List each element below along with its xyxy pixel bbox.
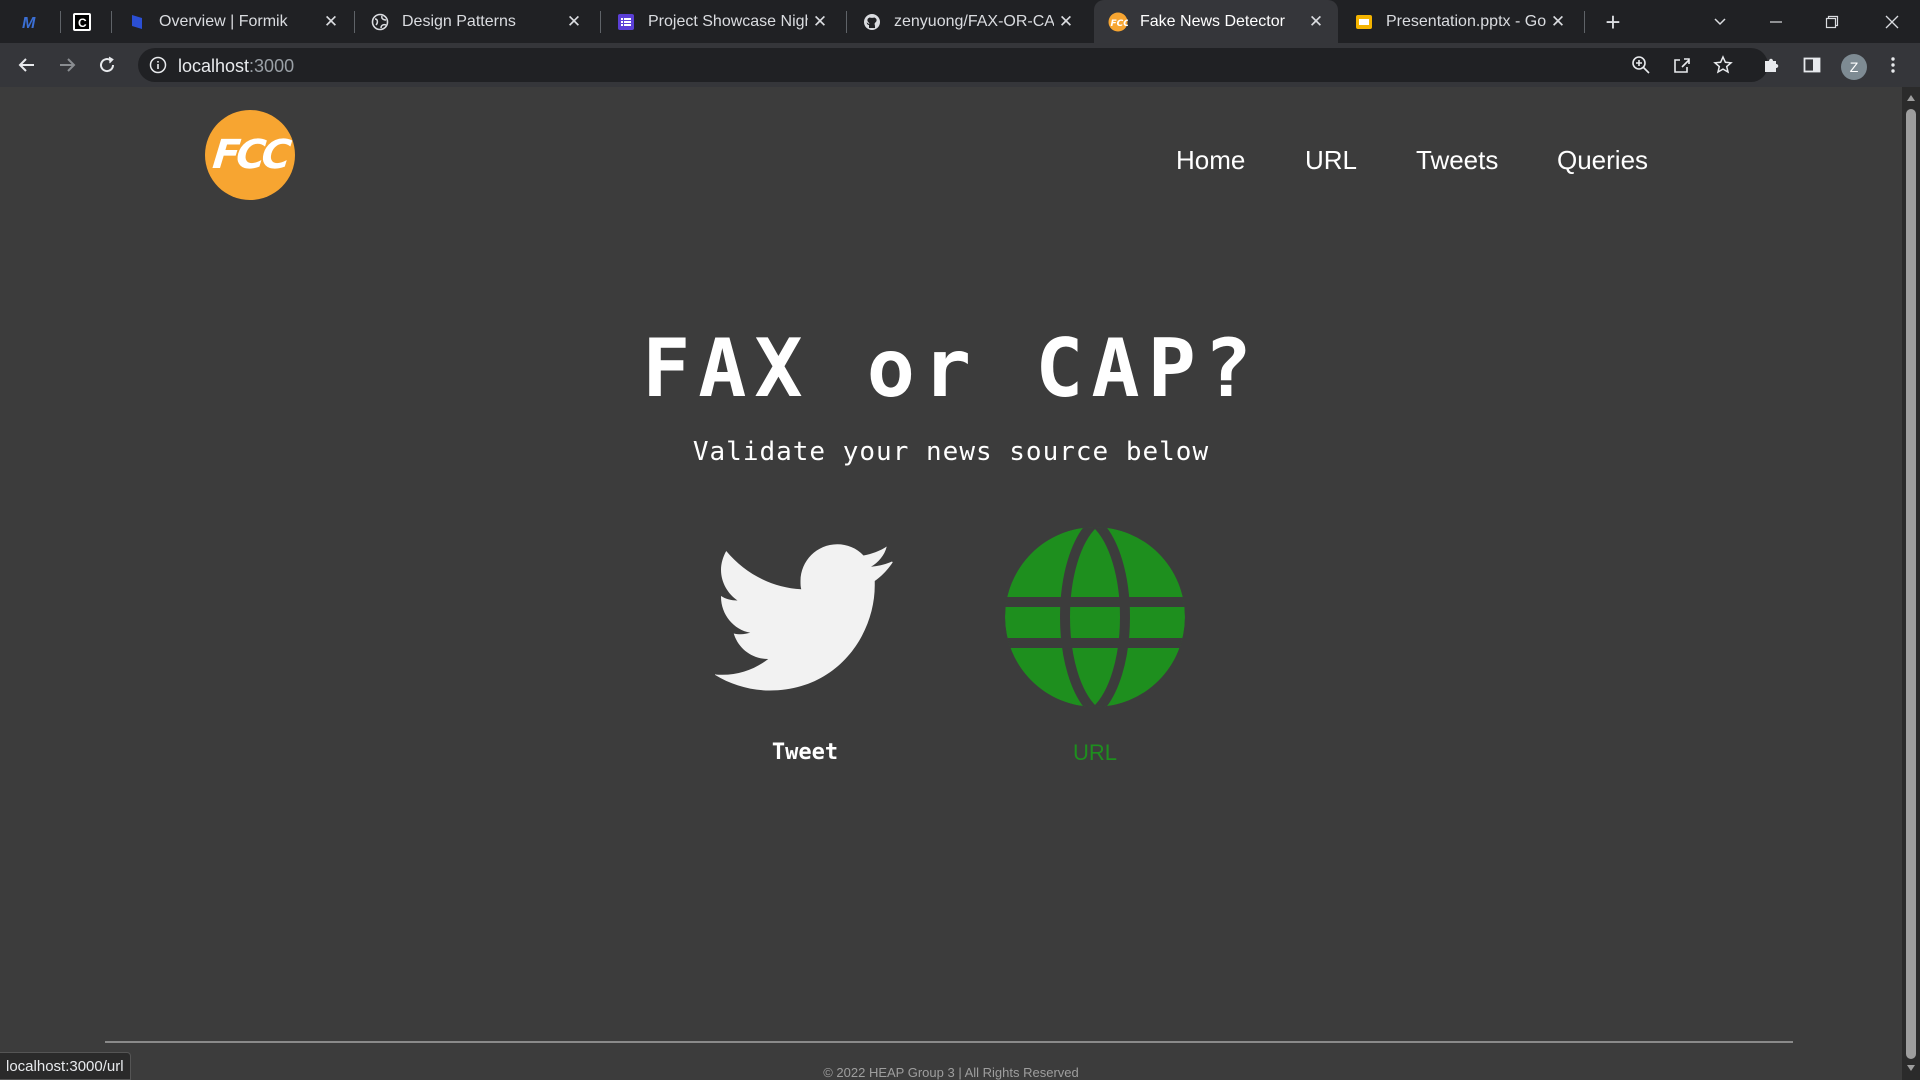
scrollbar-thumb[interactable] [1906,109,1916,1059]
tab-title: Fake News Detector [1140,12,1285,30]
zoom-button[interactable] [1625,49,1657,81]
new-tab-button[interactable]: + [1598,7,1628,37]
c-logo-icon: C [72,12,92,32]
footer-divider [105,1041,1793,1043]
tab-pinned-m[interactable]: M [20,0,50,43]
github-icon [862,12,882,32]
tab-design-patterns[interactable]: Design Patterns ✕ [356,0,596,43]
arrow-right-icon [60,58,76,72]
tab-presentation[interactable]: Presentation.pptx - Goog ✕ [1340,0,1580,43]
browser-toolbar: localhost:3000 Z [0,43,1920,87]
page-title: FAX or CAP? [642,322,1260,415]
list-icon [616,12,636,32]
tab-search-button[interactable] [1692,0,1748,43]
restore-button[interactable] [1804,0,1860,43]
reload-icon [100,56,115,73]
url-option[interactable]: URL [995,527,1195,787]
scroll-up-icon[interactable] [1907,95,1915,101]
logo-text: FCC [210,132,290,178]
address-url[interactable]: localhost:3000 [178,56,294,77]
address-bar[interactable]: localhost:3000 [138,48,1768,82]
close-icon[interactable]: ✕ [1304,10,1328,34]
address-port: :3000 [249,56,295,76]
fcc-logo[interactable]: FCC [205,110,295,200]
svg-text:M: M [22,15,36,32]
tab-pinned-c[interactable]: C [72,0,102,43]
share-icon [1674,58,1690,73]
zoom-icon [1632,56,1650,74]
nav-tweets[interactable]: Tweets [1416,145,1498,176]
close-icon [1885,15,1899,28]
close-icon[interactable]: ✕ [1054,10,1078,34]
url-label[interactable]: URL [995,740,1195,766]
scroll-down-icon[interactable] [1907,1065,1915,1071]
tab-separator [846,11,847,33]
globe-icon[interactable] [1005,527,1185,707]
side-panel-button[interactable] [1796,49,1828,81]
address-host: localhost [178,56,250,76]
tab-title: Design Patterns [402,12,516,30]
tab-title: Project Showcase Night S [648,12,808,30]
tab-separator [60,11,61,33]
star-icon [1713,55,1733,74]
restore-icon [1825,15,1839,28]
tab-title: zenyuong/FAX-OR-CAP [894,12,1054,30]
tab-separator [600,11,601,33]
nav-queries[interactable]: Queries [1557,145,1648,176]
minimize-icon [1770,20,1782,23]
page-content: FCC Home URL Tweets Queries FAX or CAP? … [0,87,1902,1080]
globe-icon [370,12,390,32]
close-icon[interactable]: ✕ [808,10,832,34]
tab-separator [111,11,112,33]
kebab-menu-icon [1891,57,1895,73]
forward-button[interactable] [51,49,83,81]
page-subtitle: Validate your news source below [692,437,1210,467]
slides-icon [1354,12,1374,32]
close-icon[interactable]: ✕ [1546,10,1570,34]
reload-button[interactable] [91,49,123,81]
tab-project-showcase[interactable]: Project Showcase Night S ✕ [602,0,842,43]
twitter-bird-icon[interactable] [715,527,895,707]
puzzle-icon [1765,58,1779,72]
close-icon[interactable]: ✕ [562,10,586,34]
profile-avatar[interactable]: Z [1841,54,1867,80]
tab-formik[interactable]: Overview | Formik ✕ [113,0,353,43]
close-icon[interactable]: ✕ [319,10,343,34]
footer-copyright: © 2022 HEAP Group 3 | All Rights Reserve… [823,1065,1079,1080]
tab-fake-news-detector[interactable]: FCC Fake News Detector ✕ [1094,0,1338,43]
svg-text:C: C [78,16,87,30]
tab-title: Presentation.pptx - Goog [1386,12,1546,30]
link-status-bubble: localhost:3000/url [0,1052,131,1080]
formik-icon [127,12,147,32]
tab-github[interactable]: zenyuong/FAX-OR-CAP ✕ [848,0,1088,43]
side-panel-icon [1803,57,1821,73]
m-logo-icon: M [20,12,40,32]
browser-tab-bar: M C Overview | Formik ✕ Design Patterns … [0,0,1920,43]
tab-separator [354,11,355,33]
minimize-button[interactable] [1748,0,1804,43]
arrow-left-icon [18,58,34,72]
page-scrollbar[interactable] [1902,87,1920,1080]
svg-text:FCC: FCC [1111,19,1129,29]
info-icon[interactable] [148,55,168,75]
back-button[interactable] [11,49,43,81]
tab-separator [1584,11,1585,33]
chevron-down-icon [1714,17,1726,25]
tweet-label[interactable]: Tweet [705,740,905,765]
share-button[interactable] [1666,49,1698,81]
tab-title: Overview | Formik [159,12,288,30]
close-window-button[interactable] [1864,0,1920,43]
menu-button[interactable] [1877,49,1909,81]
nav-url[interactable]: URL [1305,145,1357,176]
fcc-icon: FCC [1108,12,1128,32]
tweet-option[interactable]: Tweet [705,527,905,787]
extensions-button[interactable] [1756,49,1788,81]
nav-home[interactable]: Home [1176,145,1245,176]
bookmark-button[interactable] [1707,49,1739,81]
